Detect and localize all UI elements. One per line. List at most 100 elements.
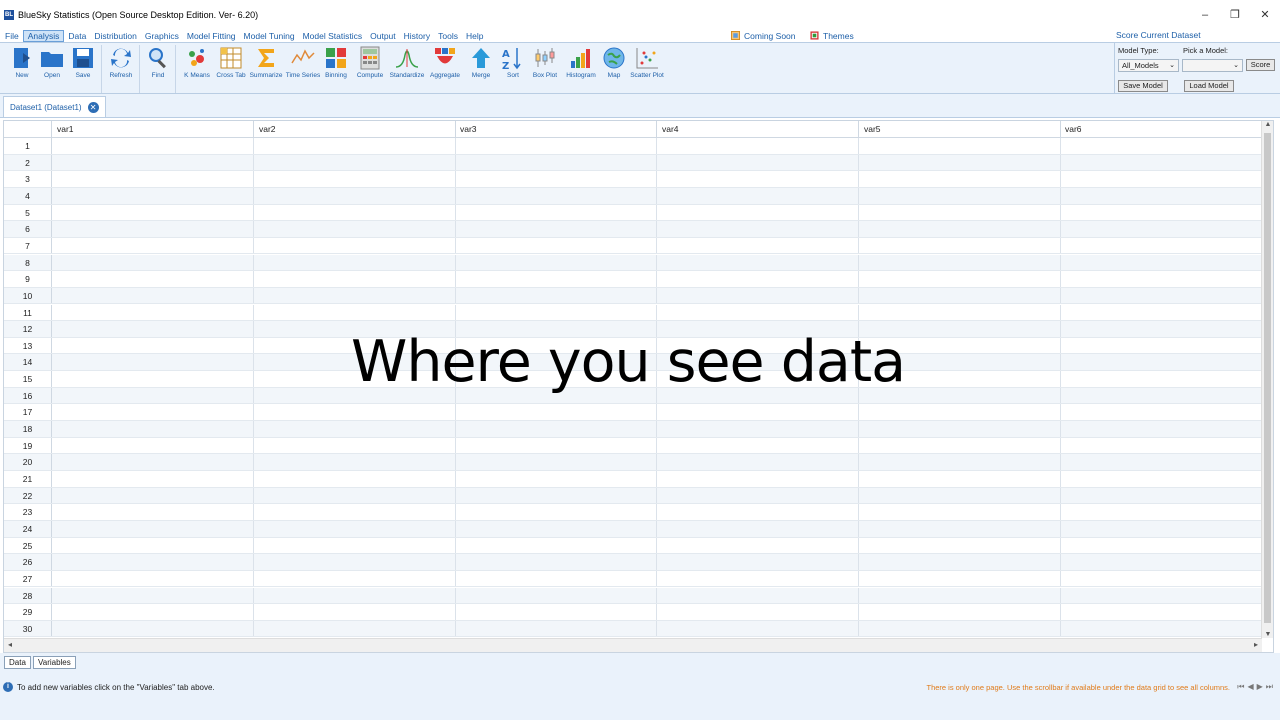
grid-cell[interactable]	[52, 504, 254, 520]
tab-variables[interactable]: Variables	[33, 656, 76, 669]
scroll-left-icon[interactable]: ◂	[8, 640, 12, 649]
grid-cell[interactable]	[455, 171, 657, 187]
grid-cell[interactable]	[657, 504, 859, 520]
grid-cell[interactable]	[859, 554, 1061, 570]
row-number[interactable]: 2	[4, 154, 52, 171]
grid-cell[interactable]	[455, 221, 657, 237]
scroll-down-icon[interactable]: ▼	[1262, 631, 1274, 638]
pick-model-select[interactable]: ⌄	[1182, 59, 1243, 72]
merge-button[interactable]: Merge	[463, 45, 499, 91]
summarize-button[interactable]: Summarize	[248, 45, 284, 91]
grid-cell[interactable]	[52, 354, 254, 371]
aggregate-button[interactable]: Aggregate	[427, 45, 463, 91]
grid-cell[interactable]	[859, 620, 1061, 637]
grid-cell[interactable]	[52, 271, 254, 287]
grid-cell[interactable]	[455, 587, 657, 604]
grid-cell[interactable]	[52, 337, 254, 354]
grid-cell[interactable]	[859, 504, 1061, 520]
grid-cell[interactable]	[254, 221, 456, 237]
row-number[interactable]: 12	[4, 321, 52, 337]
grid-cell[interactable]	[52, 187, 254, 204]
grid-cell[interactable]	[52, 404, 254, 420]
row-number[interactable]: 1	[4, 138, 52, 154]
grid-cell[interactable]	[657, 437, 859, 454]
grid-cell[interactable]	[859, 604, 1061, 620]
box-plot-button[interactable]: Box Plot	[527, 45, 563, 91]
tab-data[interactable]: Data	[4, 656, 31, 669]
grid-cell[interactable]	[657, 404, 859, 420]
grid-cell[interactable]	[254, 604, 456, 620]
grid-cell[interactable]	[52, 570, 254, 587]
grid-cell[interactable]	[52, 487, 254, 504]
row-number[interactable]: 21	[4, 471, 52, 487]
menu-file[interactable]: File	[1, 30, 23, 42]
grid-cell[interactable]	[52, 304, 254, 321]
grid-cell[interactable]	[657, 421, 859, 437]
find-button[interactable]: Find	[140, 45, 176, 91]
load-model-button[interactable]: Load Model	[1184, 80, 1234, 92]
menu-model-statistics[interactable]: Model Statistics	[299, 30, 367, 42]
grid-cell[interactable]	[52, 204, 254, 221]
grid-cell[interactable]	[657, 520, 859, 537]
histogram-button[interactable]: Histogram	[563, 45, 599, 91]
row-number[interactable]: 8	[4, 254, 52, 271]
grid-cell[interactable]	[1060, 221, 1262, 237]
row-number[interactable]: 19	[4, 437, 52, 454]
grid-cell[interactable]	[859, 454, 1061, 470]
row-number[interactable]: 27	[4, 570, 52, 587]
row-number[interactable]: 7	[4, 237, 52, 254]
grid-cell[interactable]	[455, 437, 657, 454]
grid-cell[interactable]	[52, 171, 254, 187]
grid-cell[interactable]	[657, 471, 859, 487]
grid-cell[interactable]	[52, 587, 254, 604]
grid-cell[interactable]	[1060, 271, 1262, 287]
grid-cell[interactable]	[455, 204, 657, 221]
grid-cell[interactable]	[657, 454, 859, 470]
grid-cell[interactable]	[1060, 337, 1262, 354]
grid-cell[interactable]	[254, 171, 456, 187]
compute-button[interactable]: Compute	[352, 45, 388, 91]
grid-cell[interactable]	[1060, 587, 1262, 604]
grid-cell[interactable]	[254, 437, 456, 454]
grid-cell[interactable]	[1060, 204, 1262, 221]
grid-cell[interactable]	[859, 187, 1061, 204]
column-header-var4[interactable]: var4	[657, 121, 859, 138]
grid-cell[interactable]	[254, 471, 456, 487]
grid-cell[interactable]	[859, 138, 1061, 154]
menu-distribution[interactable]: Distribution	[90, 30, 141, 42]
grid-cell[interactable]	[657, 304, 859, 321]
grid-cell[interactable]	[455, 570, 657, 587]
grid-cell[interactable]	[1060, 138, 1262, 154]
grid-cell[interactable]	[52, 321, 254, 337]
previous-page-icon[interactable]: ◀	[1247, 682, 1253, 692]
grid-cell[interactable]	[859, 271, 1061, 287]
row-number[interactable]: 3	[4, 171, 52, 187]
menu-model-tuning[interactable]: Model Tuning	[240, 30, 299, 42]
time-series-button[interactable]: Time Series	[285, 45, 321, 91]
scroll-up-icon[interactable]: ▲	[1262, 121, 1274, 128]
map-button[interactable]: Map	[596, 45, 632, 91]
grid-cell[interactable]	[1060, 554, 1262, 570]
last-page-icon[interactable]: ⏭	[1266, 682, 1273, 692]
grid-cell[interactable]	[455, 421, 657, 437]
grid-cell[interactable]	[657, 537, 859, 554]
grid-cell[interactable]	[657, 554, 859, 570]
grid-cell[interactable]	[52, 437, 254, 454]
grid-cell[interactable]	[1060, 454, 1262, 470]
menu-analysis[interactable]: Analysis	[22, 29, 65, 42]
row-number[interactable]: 29	[4, 604, 52, 620]
grid-cell[interactable]	[52, 237, 254, 254]
grid-cell[interactable]	[254, 487, 456, 504]
grid-cell[interactable]	[52, 221, 254, 237]
menu-tools[interactable]: Tools	[434, 30, 462, 42]
grid-cell[interactable]	[254, 304, 456, 321]
grid-cell[interactable]	[52, 537, 254, 554]
row-number[interactable]: 30	[4, 620, 52, 637]
grid-cell[interactable]	[1060, 354, 1262, 371]
grid-cell[interactable]	[52, 371, 254, 387]
save-button[interactable]: Save	[65, 45, 101, 91]
grid-cell[interactable]	[657, 570, 859, 587]
horizontal-scrollbar[interactable]: ◂ ▸	[4, 638, 1262, 652]
scrollbar-thumb[interactable]	[1264, 133, 1271, 623]
grid-cell[interactable]	[657, 171, 859, 187]
